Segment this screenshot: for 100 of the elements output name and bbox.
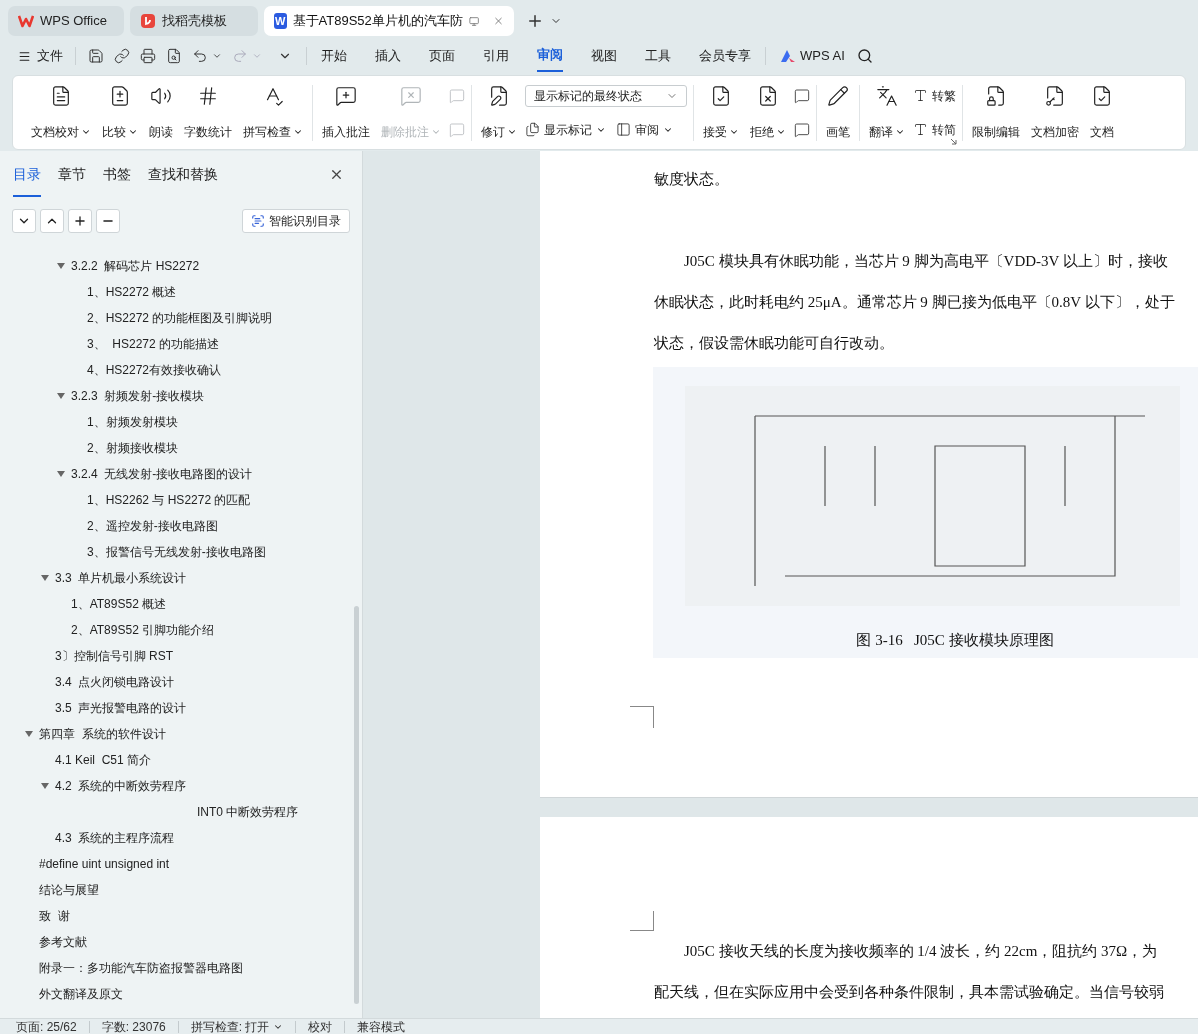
expanded-triangle-icon[interactable] — [57, 470, 65, 478]
toc-item[interactable]: 致 谢 — [39, 907, 70, 925]
pen-icon — [827, 84, 849, 107]
toc-item[interactable]: 3.4 点火闭锁电路设计 — [55, 673, 175, 691]
document-text: J05C 模块具有休眠功能，当芯片 9 脚为高电平〔VDD-3V 以上〕时，接收 — [683, 252, 1168, 271]
print-preview-icon[interactable] — [166, 48, 182, 64]
menu-tab[interactable]: 视图 — [591, 40, 617, 72]
undo-icon[interactable] — [192, 48, 208, 64]
expanded-triangle-icon[interactable] — [41, 574, 49, 582]
ribbon-button[interactable]: 拒绝 — [747, 84, 789, 141]
outline-button[interactable] — [12, 209, 36, 233]
menu-tab[interactable]: 页面 — [429, 40, 455, 72]
ribbon-button[interactable]: 文档加密 — [1028, 84, 1082, 141]
key-icon — [1044, 84, 1066, 107]
toc-item[interactable]: 1、AT89S52 概述 — [71, 595, 167, 613]
toc-item[interactable]: 2、遥控发射-接收电路图 — [87, 517, 218, 535]
ribbon-button[interactable]: 朗读 — [146, 84, 176, 141]
toc-item[interactable]: 附录一：多功能汽车防盗报警器电路图 — [39, 959, 243, 977]
toc-item[interactable]: 1、HS2262 与 HS2272 的匹配 — [87, 491, 251, 509]
toc-item[interactable]: 3.3 单片机最小系统设计 — [55, 569, 187, 587]
ai-button[interactable]: WPS AI — [780, 46, 845, 66]
launcher-icon[interactable] — [950, 138, 957, 145]
menu-icon — [18, 49, 31, 63]
ribbon-button[interactable]: 修订 — [478, 84, 520, 141]
comment-icon — [794, 121, 810, 138]
toc-item[interactable]: 结论与展望 — [39, 881, 99, 899]
comment-delete-icon — [400, 84, 422, 107]
document-text: 敏度状态。 — [654, 170, 730, 189]
ribbon-button[interactable]: 文档校对 — [28, 84, 94, 141]
toc-item[interactable]: 2、HS2272 的功能框图及引脚说明 — [87, 309, 273, 327]
toc-item[interactable]: 4.1 Keil C51 简介 — [55, 751, 152, 769]
ribbon-button[interactable]: 拼写检查 — [240, 84, 306, 141]
ribbon-button[interactable]: 画笔 — [823, 84, 853, 141]
compare-icon — [109, 84, 131, 107]
search-icon[interactable] — [856, 48, 873, 64]
ribbon-button[interactable]: 文档 — [1087, 84, 1117, 141]
ribbon-button[interactable]: 转繁 — [913, 84, 956, 107]
outline-button[interactable] — [68, 209, 92, 233]
print-icon[interactable] — [140, 48, 156, 64]
toc-item[interactable]: 4.3 系统的主程序流程 — [55, 829, 175, 847]
toc-item[interactable]: 3.2.4 无线发射-接收电路图的设计 — [71, 465, 253, 483]
ribbon-button[interactable]: 接受 — [700, 84, 742, 141]
link-icon[interactable] — [114, 48, 130, 64]
ribbon-button[interactable]: 转简 — [913, 118, 956, 141]
toc-item[interactable]: 3.2.2 解码芯片 HS2272 — [71, 257, 200, 275]
ribbon-button[interactable]: 字数统计 — [181, 84, 235, 141]
menu-tab[interactable]: 工具 — [645, 40, 671, 72]
ribbon-button[interactable]: 翻译 — [866, 84, 908, 141]
lock-icon — [985, 84, 1007, 107]
toc-item[interactable]: 4.2 系统的中断效劳程序 — [55, 777, 187, 795]
word-count-icon — [197, 84, 219, 107]
translate-icon — [876, 84, 898, 107]
expanded-triangle-icon[interactable] — [57, 262, 65, 270]
expanded-triangle-icon[interactable] — [41, 782, 49, 790]
ribbon-button[interactable]: 插入批注 — [319, 84, 373, 141]
toc-item[interactable]: 参考文献 — [39, 933, 87, 951]
toc-item[interactable]: 3.5 声光报警电路的设计 — [55, 699, 187, 717]
toc-item[interactable]: 2、射频接收模块 — [87, 439, 178, 457]
toc-item[interactable]: 1、射频发射模块 — [87, 413, 178, 431]
toc-item[interactable]: 3.2.3 射频发射-接收模块 — [71, 387, 205, 405]
tab-title: 找稻壳模板 — [162, 12, 228, 31]
document-text: J05C 接收天线的长度为接收频率的 1/4 波长，约 22cm，阻抗约 37Ω，为 — [683, 942, 1158, 961]
toc-item[interactable]: 第四章 系统的软件设计 — [39, 725, 166, 743]
menu-tab[interactable]: 开始 — [321, 40, 347, 72]
window-tab[interactable]: 找稻壳模板 — [130, 6, 258, 36]
file-menu[interactable]: 文件 — [18, 46, 63, 66]
toc-item[interactable]: #define uint unsigned int — [39, 855, 170, 873]
toc-item[interactable]: 3、报警信号无线发射-接收电路图 — [87, 543, 266, 561]
menu-tab[interactable]: 会员专享 — [699, 40, 751, 72]
toc-item[interactable]: 1、HS2272 概述 — [87, 283, 177, 301]
menu-tab[interactable]: 引用 — [483, 40, 509, 72]
caret-icon[interactable] — [212, 51, 222, 61]
panel-tab[interactable]: 章节 — [58, 151, 86, 197]
ribbon-button[interactable]: 显示标记 — [525, 118, 606, 141]
outline-button[interactable] — [96, 209, 120, 233]
menu-tab[interactable]: 审阅 — [537, 40, 563, 72]
window-tab[interactable]: W 基于AT89S52单片机的汽车防 — [264, 6, 514, 36]
toc-item[interactable]: INT0 中断效劳程序 — [197, 803, 299, 821]
new-tab-icon[interactable] — [526, 12, 544, 30]
scrollbar-thumb[interactable] — [354, 606, 359, 1004]
menu-tab[interactable]: 插入 — [375, 40, 401, 72]
toc-item[interactable]: 外文翻译及原文 — [39, 985, 123, 1003]
panel-tab[interactable]: 书签 — [103, 151, 131, 197]
markup-select[interactable]: 显示标记的最终状态 — [525, 84, 687, 107]
toc-item[interactable]: 2、AT89S52 引脚功能介绍 — [71, 621, 215, 639]
ribbon-button[interactable]: 限制编辑 — [969, 84, 1023, 141]
smart-toc-button[interactable]: 智能识别目录 — [242, 209, 350, 233]
ribbon-button[interactable]: 比较 — [99, 84, 141, 141]
toc-item[interactable]: 4、HS2272有效接收确认 — [87, 361, 222, 379]
toc-item[interactable]: 3、 HS2272 的功能描述 — [87, 335, 220, 353]
panel-tab[interactable]: 查找和替换 — [148, 151, 218, 197]
panel-tab[interactable]: 目录 — [13, 151, 41, 197]
expanded-triangle-icon[interactable] — [25, 730, 33, 738]
expanded-triangle-icon[interactable] — [57, 392, 65, 400]
ribbon-button[interactable]: 审阅 — [616, 118, 673, 141]
save-icon[interactable] — [88, 48, 104, 64]
status-menu[interactable]: 拼写检查: 打开 — [190, 1019, 284, 1034]
window-tab[interactable]: WPS Office — [8, 6, 124, 36]
outline-button[interactable] — [40, 209, 64, 233]
toc-item[interactable]: 3〕控制信号引脚 RST — [55, 647, 173, 665]
